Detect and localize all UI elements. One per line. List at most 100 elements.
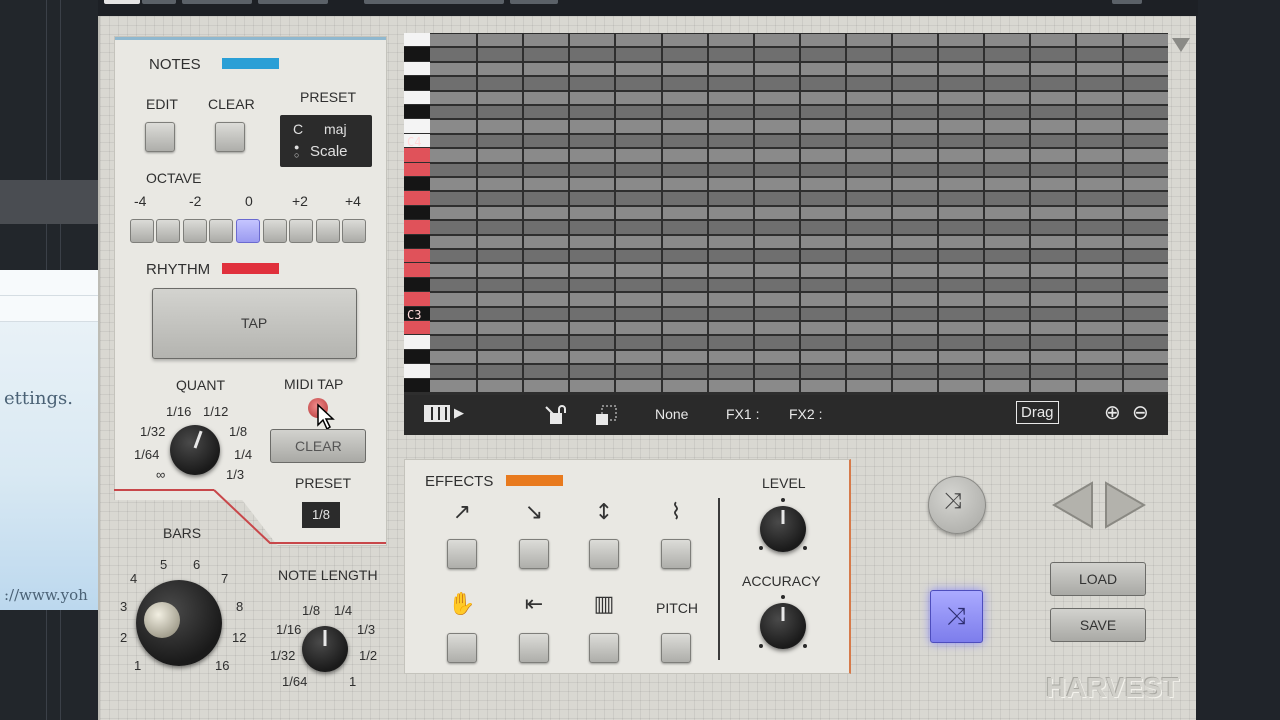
fx2-label[interactable]: FX2 :	[789, 406, 822, 422]
effect-button[interactable]	[661, 633, 691, 663]
piano-key[interactable]	[404, 205, 430, 220]
host-tab[interactable]	[104, 0, 140, 4]
host-tab[interactable]	[510, 0, 558, 4]
octave-button[interactable]	[209, 219, 233, 243]
preset-toggle-icon[interactable]: ● ○	[294, 143, 299, 160]
piano-key[interactable]	[404, 292, 430, 306]
piano-key[interactable]	[404, 33, 430, 47]
piano-key[interactable]	[404, 162, 430, 176]
drag-button[interactable]: Drag	[1016, 401, 1059, 424]
rhythm-preset-display[interactable]: 1/8	[302, 502, 340, 528]
lock-selection-icon[interactable]	[594, 403, 618, 427]
effect-button[interactable]	[589, 539, 619, 569]
piano-key[interactable]	[404, 364, 430, 378]
panel-accent-line	[114, 489, 214, 491]
piano-key[interactable]	[404, 47, 430, 61]
piano-roll-column-line	[891, 33, 893, 395]
knob-mark	[781, 595, 785, 599]
edit-label: EDIT	[146, 96, 178, 112]
notes-color-bar	[222, 58, 279, 69]
piano-key[interactable]	[404, 263, 430, 277]
piano-key[interactable]	[404, 191, 430, 205]
octave-button[interactable]	[183, 219, 207, 243]
piano-key[interactable]	[404, 335, 430, 349]
octave-value: -4	[134, 193, 147, 209]
piano-key[interactable]	[404, 349, 430, 364]
clear-notes-button[interactable]	[215, 122, 245, 152]
zoom-out-icon[interactable]: ⊖	[1132, 400, 1149, 425]
save-button[interactable]: SAVE	[1050, 608, 1146, 642]
fx1-label[interactable]: FX1 :	[726, 406, 759, 422]
previous-arrow-icon[interactable]	[1050, 481, 1096, 529]
octave-button[interactable]	[289, 219, 313, 243]
piano-roll-column-line	[1029, 33, 1032, 395]
knob-mark	[759, 546, 763, 550]
piano-key[interactable]	[404, 76, 430, 90]
host-tab[interactable]	[364, 0, 504, 4]
piano-key[interactable]	[404, 249, 430, 263]
octave-button[interactable]	[156, 219, 180, 243]
effect-button[interactable]	[519, 539, 549, 569]
host-tab[interactable]	[1112, 0, 1142, 4]
browser-url[interactable]: ://www.yoh	[4, 586, 88, 604]
zoom-in-icon[interactable]: ⊕	[1104, 400, 1121, 425]
piano-key[interactable]	[404, 220, 430, 234]
piano-keys[interactable]	[404, 33, 430, 395]
host-tab[interactable]	[258, 0, 328, 4]
octave-button[interactable]	[263, 219, 287, 243]
shuffle-toggle-button[interactable]: ⤨	[930, 590, 983, 643]
shuffle-piano-icon: ⤨	[944, 489, 962, 514]
knob-mark	[759, 644, 763, 648]
piano-keyboard-icon[interactable]	[424, 405, 450, 422]
quant-value: ∞	[156, 467, 166, 482]
piano-key[interactable]	[404, 277, 430, 292]
bars-knob[interactable]	[136, 580, 222, 666]
octave-value: +2	[292, 193, 308, 209]
note-length-value: 1/64	[282, 674, 308, 689]
play-icon[interactable]: ▶	[454, 405, 464, 421]
next-arrow-icon[interactable]	[1102, 481, 1148, 529]
effect-button[interactable]	[447, 539, 477, 569]
notes-title: NOTES	[149, 56, 201, 73]
effect-button[interactable]	[589, 633, 619, 663]
edit-button[interactable]	[145, 122, 175, 152]
pitch-label: PITCH	[656, 600, 698, 616]
fx-none-label[interactable]: None	[655, 406, 688, 422]
shuffle-notes-button[interactable]: ⤨	[928, 476, 986, 534]
load-button[interactable]: LOAD	[1050, 562, 1146, 596]
level-knob[interactable]	[760, 506, 806, 552]
effect-button[interactable]	[447, 633, 477, 663]
quant-knob[interactable]	[170, 425, 220, 475]
note-length-knob[interactable]	[302, 626, 348, 672]
piano-key[interactable]	[404, 105, 430, 119]
host-tab[interactable]	[142, 0, 176, 4]
piano-key[interactable]	[404, 321, 430, 335]
octave-button-active[interactable]	[236, 219, 260, 243]
ramp-down-icon: ↘	[524, 500, 544, 525]
piano-key[interactable]	[404, 234, 430, 248]
piano-key[interactable]	[404, 61, 430, 76]
piano-key[interactable]	[404, 378, 430, 392]
effects-color-bar	[506, 475, 563, 486]
piano-key[interactable]	[404, 90, 430, 104]
octave-button[interactable]	[316, 219, 340, 243]
note-length-label: NOTE LENGTH	[278, 567, 378, 583]
host-tab[interactable]	[182, 0, 252, 4]
effect-button[interactable]	[661, 539, 691, 569]
rhythm-clear-button[interactable]: CLEAR	[270, 429, 366, 463]
piano-key[interactable]	[404, 148, 430, 162]
accuracy-knob[interactable]	[760, 603, 806, 649]
octave-button[interactable]	[342, 219, 366, 243]
tap-button[interactable]: TAP	[152, 288, 357, 359]
level-label: LEVEL	[762, 475, 806, 491]
piano-key[interactable]	[404, 119, 430, 133]
roll-dropdown-arrow-icon[interactable]	[1172, 38, 1190, 52]
up-down-icon: ↕	[594, 500, 614, 525]
piano-key[interactable]	[404, 177, 430, 191]
preset-label: PRESET	[300, 89, 357, 105]
scale-preset-display[interactable]: C maj ● ○ Scale	[280, 115, 372, 167]
lock-notes-icon[interactable]	[544, 403, 568, 427]
bars-knob-cap	[144, 602, 180, 638]
octave-button[interactable]	[130, 219, 154, 243]
effect-button[interactable]	[519, 633, 549, 663]
